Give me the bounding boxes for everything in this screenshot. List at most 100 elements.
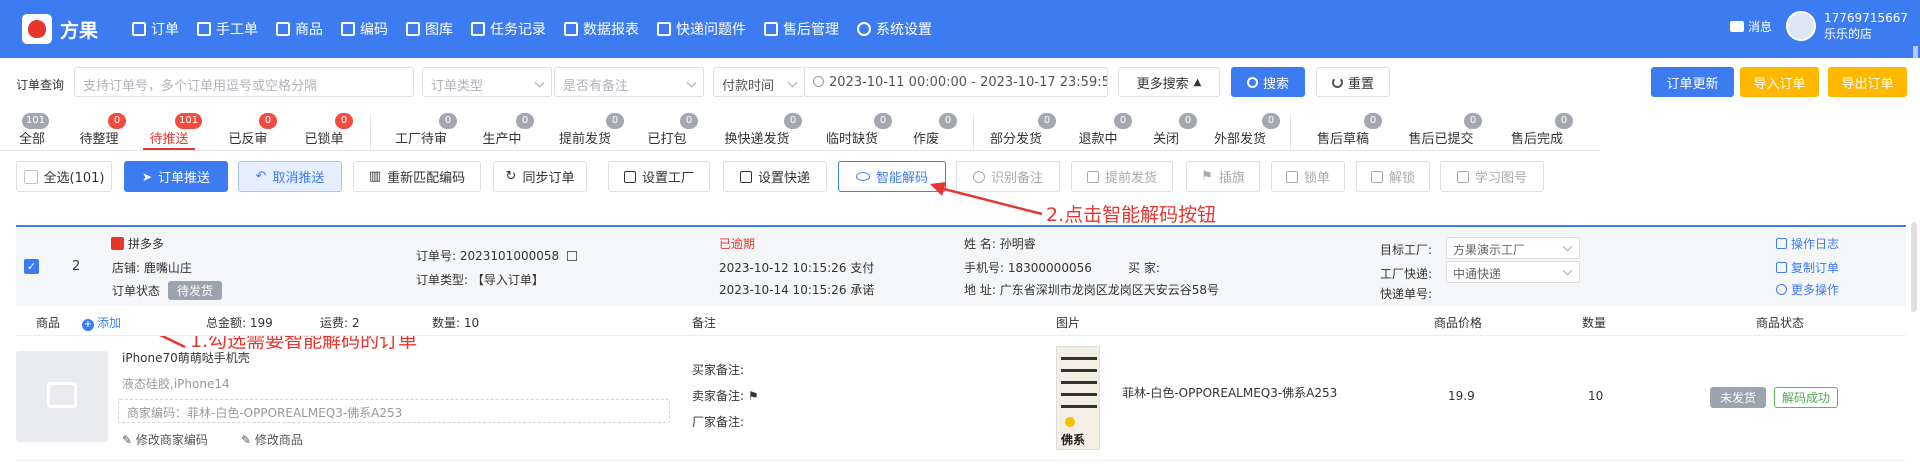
copy-icon — [1776, 262, 1787, 273]
select-all-checkbox[interactable]: 全选(101) — [16, 161, 112, 192]
import-order-button[interactable]: 导入订单 — [1740, 67, 1819, 97]
user-info[interactable]: 17769715667 乐乐的店 — [1824, 10, 1908, 42]
tab-label: 全部 — [18, 132, 45, 147]
tab-label: 已锁单 — [304, 132, 344, 147]
tab-reversed[interactable]: 0 已反审 — [222, 113, 277, 150]
image-emoji — [1065, 417, 1075, 427]
date-range-picker[interactable]: 2023-10-11 00:00:00 - 2023-10-17 23:59:5… — [804, 67, 1108, 97]
remark-select[interactable]: 是否有备注 — [554, 67, 704, 97]
more-actions-link[interactable]: 更多操作 — [1776, 281, 1839, 298]
tab-change-express[interactable]: 0 换快递发货 — [717, 113, 802, 150]
tab-producing[interactable]: 0 生产中 — [474, 113, 534, 150]
export-order-button[interactable]: 导出订单 — [1828, 67, 1907, 97]
image-code: 菲林-白色-OPPOREALMEQ3-佛系A253 — [1122, 386, 1338, 400]
tab-label: 已反审 — [228, 132, 268, 147]
tab-external-ship[interactable]: 0 外部发货 — [1207, 113, 1280, 150]
app-logo[interactable]: 方果 — [22, 14, 98, 44]
tab-to-organize[interactable]: 0 待整理 — [74, 113, 126, 150]
nav-item-gallery[interactable]: 图库 — [406, 19, 453, 39]
tab-void[interactable]: 0 作废 — [906, 113, 957, 150]
add-product-link[interactable]: + 添加 — [82, 314, 121, 331]
express-icon — [739, 170, 752, 183]
learn-image-no-button[interactable]: 学习图号 — [1440, 161, 1544, 192]
chevron-down-icon — [686, 77, 697, 88]
import-order-label: 导入订单 — [1753, 76, 1806, 92]
tab-to-push[interactable]: 101 待推送 — [143, 113, 203, 150]
chevron-down-icon — [787, 77, 798, 88]
time-type-select[interactable]: 付款时间 — [713, 67, 805, 97]
order-no-input[interactable]: 支持订单号，多个订单用逗号或空格分隔 — [74, 67, 414, 97]
tab-aftersale-submitted[interactable]: 0 售后已提交 — [1401, 113, 1482, 150]
chart-icon — [564, 22, 578, 36]
copy-icon[interactable] — [566, 251, 577, 261]
operation-log-link[interactable]: 操作日志 — [1776, 235, 1839, 252]
edit-goods-link[interactable]: ✎ 修改商品 — [241, 431, 303, 448]
flag-button[interactable]: ⚑ 插旗 — [1186, 161, 1260, 192]
factory-select[interactable]: 方果演示工厂 — [1446, 237, 1580, 259]
receiver-name: 姓 名: 孙明睿 — [964, 235, 1036, 252]
tab-packed[interactable]: 0 已打包 — [639, 113, 698, 150]
nav-item-task[interactable]: 任务记录 — [471, 19, 546, 39]
order-no-label: 订单号: — [416, 249, 457, 263]
rematch-code-button[interactable]: ▥ 重新匹配编码 — [353, 161, 481, 192]
platform-label: 拼多多 — [111, 235, 164, 252]
tab-locked[interactable]: 0 已锁单 — [298, 113, 353, 150]
tab-underline — [0, 150, 1600, 151]
cancel-push-button[interactable]: ↶ 取消推送 — [238, 161, 342, 192]
nav-item-express-issue[interactable]: 快递问题件 — [657, 19, 746, 39]
tab-all[interactable]: 101 全部 — [12, 113, 52, 150]
nav-item-settings[interactable]: 系统设置 — [857, 19, 932, 39]
tab-factory-review[interactable]: 0 工厂待审 — [388, 113, 457, 150]
edit-code-link[interactable]: ✎ 修改商家编码 — [122, 431, 208, 448]
early-ship-button[interactable]: 提前发货 — [1071, 161, 1173, 192]
undo-icon: ↶ — [255, 169, 267, 184]
product-image[interactable]: 佛系 — [1056, 346, 1100, 450]
copy-order-link[interactable]: 复制订单 — [1776, 259, 1839, 276]
nav-item-goods[interactable]: 商品 — [276, 19, 323, 39]
more-search-button[interactable]: 更多搜索 ▲ — [1118, 67, 1220, 97]
tab-early-ship[interactable]: 0 提前发货 — [552, 113, 624, 150]
recognize-remark-button[interactable]: 识别备注 — [956, 161, 1060, 192]
nav-item-manual-order[interactable]: 手工单 — [197, 19, 258, 39]
unlock-button[interactable]: 解锁 — [1356, 161, 1430, 192]
search-label: 订单查询 — [16, 78, 65, 92]
push-order-button[interactable]: ➤ 订单推送 — [124, 161, 228, 192]
order-checkbox[interactable]: ✓ — [24, 259, 39, 274]
apple-logo-icon — [22, 14, 52, 44]
export-order-label: 导出订单 — [1841, 76, 1894, 92]
nav-label: 任务记录 — [490, 22, 546, 38]
tab-divider — [370, 114, 371, 150]
flag-icon[interactable]: ⚑ — [748, 389, 759, 403]
avatar[interactable] — [1786, 11, 1817, 41]
set-express-button[interactable]: 设置快递 — [723, 161, 827, 192]
tab-aftersale-draft[interactable]: 0 售后草稿 — [1310, 113, 1382, 150]
nav-label: 图库 — [425, 22, 453, 38]
tab-badge: 0 — [516, 113, 534, 129]
scrollbar-thumb[interactable] — [1913, 46, 1918, 58]
smart-decode-button[interactable]: 智能解码 — [838, 161, 946, 192]
order-update-button[interactable]: 订单更新 — [1651, 67, 1734, 97]
tab-closed[interactable]: 0 关闭 — [1146, 113, 1197, 150]
nav-item-order[interactable]: 订单 — [132, 19, 179, 39]
image-text-line — [1061, 381, 1097, 384]
lock-button[interactable]: 锁单 — [1271, 161, 1345, 192]
tab-temp-shortage[interactable]: 0 临时缺货 — [819, 113, 892, 150]
message-button[interactable]: 消息 — [1730, 18, 1772, 35]
task-icon — [471, 22, 485, 36]
order-type-select[interactable]: 订单类型 — [422, 67, 552, 97]
tab-partial-ship[interactable]: 0 部分发货 — [983, 113, 1056, 150]
express-select[interactable]: 中通快递 — [1446, 261, 1580, 283]
nav-label: 商品 — [295, 22, 323, 38]
order-icon — [132, 22, 146, 36]
tab-refunding[interactable]: 0 退款中 — [1070, 113, 1132, 150]
vertical-scrollbar[interactable] — [1911, 222, 1917, 312]
sync-order-button[interactable]: ↻ 同步订单 — [493, 161, 587, 192]
set-factory-button[interactable]: 设置工厂 — [608, 161, 710, 192]
reset-button[interactable]: 重置 — [1316, 67, 1390, 97]
search-button[interactable]: 搜索 — [1231, 67, 1305, 97]
tab-badge: 0 — [606, 113, 624, 129]
tab-aftersale-done[interactable]: 0 售后完成 — [1504, 113, 1573, 150]
nav-item-aftersale[interactable]: 售后管理 — [764, 19, 839, 39]
nav-item-report[interactable]: 数据报表 — [564, 19, 639, 39]
nav-item-code[interactable]: 编码 — [341, 19, 388, 39]
